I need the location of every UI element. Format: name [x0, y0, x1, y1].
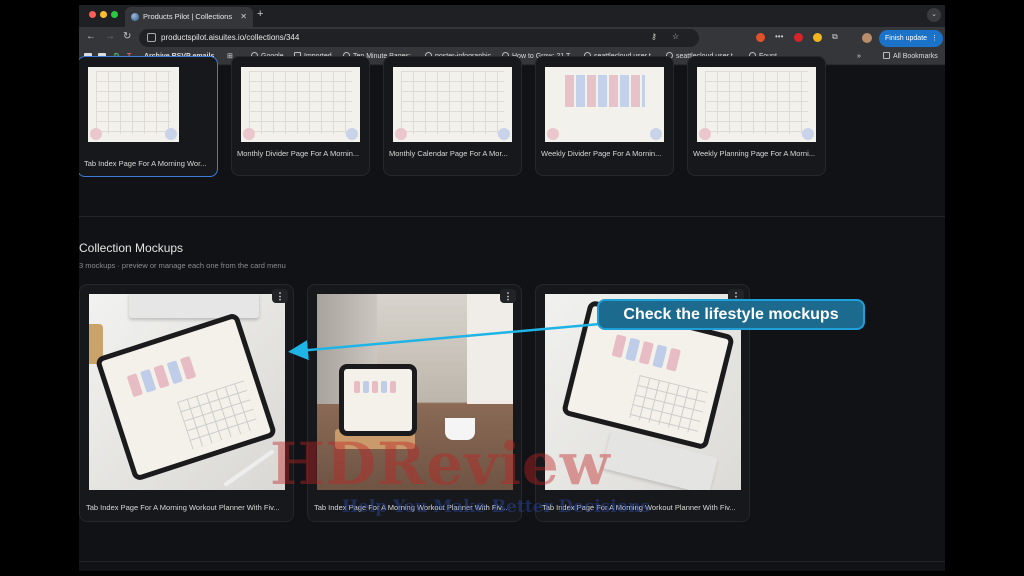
annotation-callout: Check the lifestyle mockups	[597, 299, 865, 330]
watermark-logo: HDReview	[270, 430, 611, 498]
watermark-tagline: Help You Make Better Decisions	[342, 497, 651, 517]
